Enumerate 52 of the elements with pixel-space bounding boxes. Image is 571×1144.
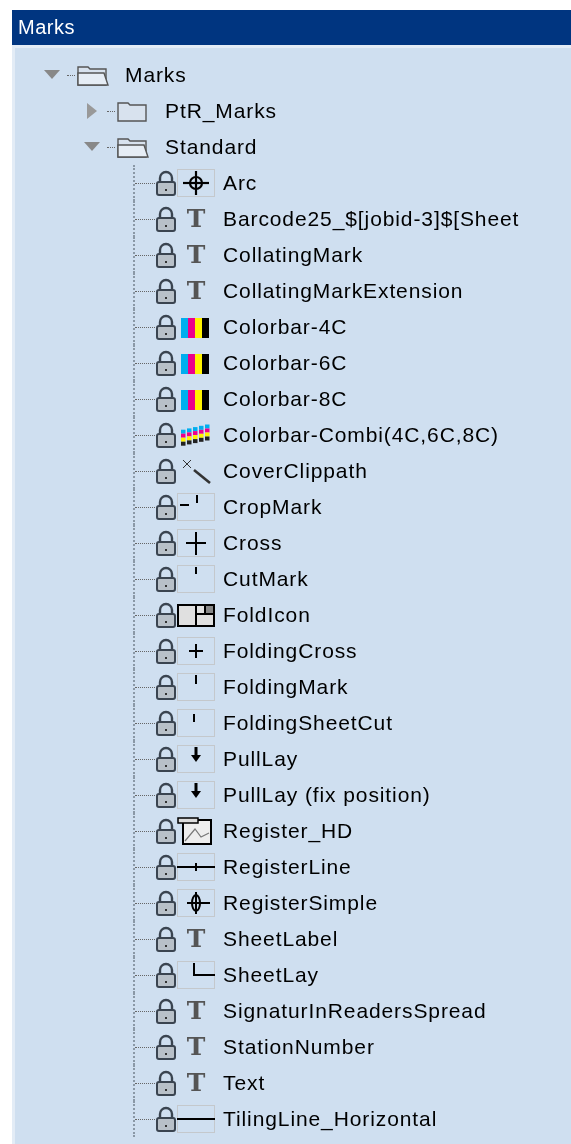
tree-item[interactable]: Colorbar-4C [223,315,348,339]
corner-mark-icon [177,961,215,989]
register-mark-icon [177,889,215,917]
tree-item[interactable]: FoldIcon [223,603,311,627]
image-icon [177,817,215,845]
tree-item[interactable]: CollatingMarkExtension [223,279,464,303]
tree-item[interactable]: CutMark [223,567,309,591]
fold-layout-icon [177,601,215,629]
tree-item[interactable]: CropMark [223,495,323,519]
tree-item[interactable]: FoldingMark [223,675,349,699]
open-folder-icon [75,63,111,87]
tree-item[interactable]: RegisterSimple [223,891,378,915]
tick-mark-icon [177,709,215,737]
tick-mark-icon [177,673,215,701]
text-icon: T [177,925,215,953]
tree-item[interactable]: PtR_Marks [165,99,277,123]
text-icon: T [177,241,215,269]
text-icon: T [177,277,215,305]
tree-item[interactable]: Text [223,1071,266,1095]
tree-item[interactable]: Colorbar-Combi(4C,6C,8C) [223,423,499,447]
tree-item[interactable]: Marks [125,63,187,87]
tree-item[interactable]: Standard [165,135,258,159]
text-icon: T [177,1069,215,1097]
line-mark-icon [177,853,215,881]
tree-item[interactable]: SheetLabel [223,927,339,951]
tree-item[interactable]: Arc [223,171,258,195]
tree-item[interactable]: PullLay [223,747,299,771]
tree-item[interactable]: TilingLine_Horizontal [223,1107,438,1131]
tree-item[interactable]: FoldingSheetCut [223,711,393,735]
tree-item[interactable]: Colorbar-8C [223,387,348,411]
tree-item[interactable]: Barcode25_$[jobid-3]$[Sheet [223,207,520,231]
cross-icon [177,637,215,665]
tree-item[interactable]: Cross [223,531,283,555]
tree-item[interactable]: RegisterLine [223,855,352,879]
tree-item[interactable]: Register_HD [223,819,354,843]
text-icon: T [177,1033,215,1061]
panel-title: Marks [12,10,571,45]
tree-item[interactable]: Colorbar-6C [223,351,348,375]
tree-item[interactable]: StationNumber [223,1035,375,1059]
tree-item[interactable]: SignaturInReadersSpread [223,999,487,1023]
tree-item[interactable]: CollatingMark [223,243,364,267]
tree-item[interactable]: SheetLay [223,963,319,987]
text-icon: T [177,205,215,233]
crosshair-icon [177,169,215,197]
tree-item[interactable]: CoverClippath [223,459,368,483]
crop-mark-icon [177,493,215,521]
cut-mark-icon [177,565,215,593]
open-folder-icon [115,135,151,159]
tree-item[interactable]: PullLay (fix position) [223,783,431,807]
cross-icon [177,529,215,557]
text-icon: T [177,997,215,1025]
tree-item[interactable]: FoldingCross [223,639,358,663]
